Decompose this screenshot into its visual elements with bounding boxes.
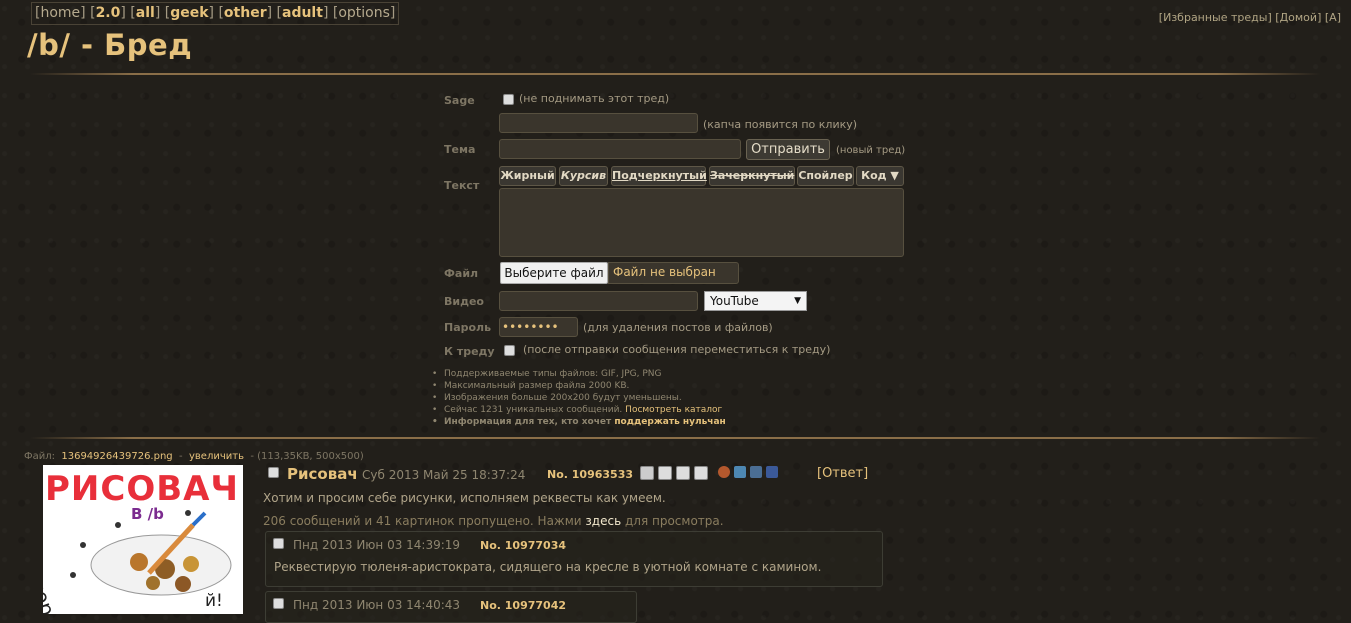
reply-post: Пнд 2013 Июн 03 14:40:43 No. 10977042	[265, 591, 637, 623]
code-dropdown-button[interactable]: Код ▼	[856, 166, 904, 186]
op-file-info: Файл: 13694926439726.png - увеличить - (…	[24, 451, 364, 462]
twitter-icon[interactable]	[734, 466, 746, 478]
sage-checkbox[interactable]	[503, 94, 514, 105]
underline-button[interactable]: Подчеркнутый	[611, 166, 707, 186]
admin-link[interactable]: A	[1329, 11, 1337, 24]
op-message: Хотим и просим себе рисунки, исполняем р…	[263, 491, 666, 505]
message-textarea[interactable]	[499, 188, 904, 257]
rule-file-types: Поддерживаемые типы файлов: GIF, JPG, PN…	[432, 368, 726, 380]
reply-post-number[interactable]: No. 10977042	[480, 599, 566, 612]
submit-hint: (новый тред)	[836, 145, 906, 156]
board-nav: [home] [2.0] [all] [geek] [other] [adult…	[31, 2, 400, 25]
nav-link-adult[interactable]: adult	[282, 5, 323, 21]
reply-select-checkbox[interactable]	[273, 598, 284, 609]
nav-link-all[interactable]: all	[136, 5, 155, 21]
op-post-number[interactable]: No. 10963533	[547, 468, 633, 481]
sage-hint: (не поднимать этот тред)	[519, 92, 670, 105]
form-divider	[30, 437, 1320, 439]
rule-max-size: Максимальный размер файла 2000 KB.	[432, 380, 726, 392]
op-poster-name: Рисовач	[287, 465, 358, 483]
hide-icon[interactable]	[694, 466, 708, 480]
document-icon[interactable]	[658, 466, 672, 480]
favorite-icon[interactable]	[718, 466, 730, 478]
expand-icon[interactable]	[676, 466, 690, 480]
op-select-checkbox[interactable]	[268, 467, 279, 478]
captcha-input[interactable]	[499, 113, 698, 133]
password-label: Пароль	[444, 321, 492, 334]
nav-link-geek[interactable]: geek	[170, 5, 208, 21]
rule-resize: Изображения больше 200x200 будут уменьше…	[432, 392, 726, 404]
favorites-link[interactable]: Избранные треды	[1163, 11, 1267, 24]
reply-date: Пнд 2013 Июн 03 14:40:43	[293, 598, 461, 612]
home-link[interactable]: Домой	[1280, 11, 1318, 24]
bold-button[interactable]: Жирный	[499, 166, 556, 186]
op-date: Суб 2013 Май 25 18:37:24	[362, 468, 526, 482]
search-image-icon[interactable]	[640, 466, 654, 480]
subject-label: Тема	[444, 143, 476, 156]
facebook-icon[interactable]	[766, 466, 778, 478]
nav-link-options[interactable]: options	[338, 5, 390, 21]
choose-file-button[interactable]: Выберите файл	[500, 262, 608, 284]
donate-link[interactable]: поддержать нульчан	[614, 417, 725, 427]
reply-post: Пнд 2013 Июн 03 14:39:19 No. 10977034 Ре…	[265, 531, 883, 587]
top-divider	[30, 73, 1320, 75]
tothread-label: К треду	[444, 345, 495, 358]
board-title: /b/ - Бред	[27, 28, 193, 62]
vk-icon[interactable]	[750, 466, 762, 478]
thumb-bottom-right-text: й!	[205, 591, 223, 611]
file-status: Файл не выбран	[613, 265, 716, 279]
reply-message: Реквестирую тюленя-аристократа, сидящего…	[274, 560, 822, 574]
italic-button[interactable]: Курсив	[559, 166, 608, 186]
posting-rules: Поддерживаемые типы файлов: GIF, JPG, PN…	[432, 368, 726, 428]
reply-date: Пнд 2013 Июн 03 14:39:19	[293, 538, 461, 552]
expand-thread-link[interactable]: здесь	[585, 514, 621, 528]
file-label: Файл	[444, 267, 479, 280]
catalog-link[interactable]: Посмотреть каталог	[625, 405, 722, 415]
submit-button[interactable]: Отправить	[746, 139, 830, 160]
subject-input[interactable]	[499, 139, 741, 159]
reply-post-number[interactable]: No. 10977034	[480, 539, 566, 552]
enlarge-link[interactable]: увеличить	[189, 451, 244, 462]
password-input[interactable]: ••••••••	[499, 317, 578, 337]
video-label: Видео	[444, 295, 484, 308]
reply-select-checkbox[interactable]	[273, 538, 284, 549]
tothread-hint: (после отправки сообщения переместиться …	[523, 343, 831, 356]
rule-donate: Информация для тех, кто хочет поддержать…	[432, 416, 726, 428]
op-action-icons	[640, 466, 778, 480]
dropdown-arrow-icon: ▼	[794, 296, 801, 306]
video-source-value: YouTube	[710, 294, 759, 308]
video-source-select[interactable]: YouTube ▼	[704, 291, 807, 311]
tothread-checkbox[interactable]	[504, 345, 515, 356]
op-reply-link[interactable]: [Ответ]	[817, 466, 868, 481]
nav-link-2-0[interactable]: 2.0	[96, 5, 121, 21]
spoiler-button[interactable]: Спойлер	[797, 166, 854, 186]
captcha-hint: (капча появится по клику)	[703, 118, 858, 131]
text-label: Текст	[444, 179, 480, 192]
omitted-notice: 206 сообщений и 41 картинок пропущено. Н…	[263, 514, 724, 528]
op-thumbnail[interactable]: РИСОВАЧ В /b пор й!	[43, 465, 243, 614]
top-right-links: [Избранные треды] [Домой] [A]	[1158, 11, 1341, 24]
video-input[interactable]	[499, 291, 698, 311]
rule-unique: Сейчас 1231 уникальных сообщений. Посмот…	[432, 404, 726, 416]
sage-label: Sage	[444, 94, 475, 107]
nav-link-other[interactable]: other	[224, 5, 267, 21]
op-file-link[interactable]: 13694926439726.png	[61, 451, 172, 462]
password-hint: (для удаления постов и файлов)	[583, 321, 773, 334]
nav-link-home[interactable]: home	[40, 5, 80, 21]
strikethrough-button[interactable]: Зачеркнутый	[709, 166, 795, 186]
